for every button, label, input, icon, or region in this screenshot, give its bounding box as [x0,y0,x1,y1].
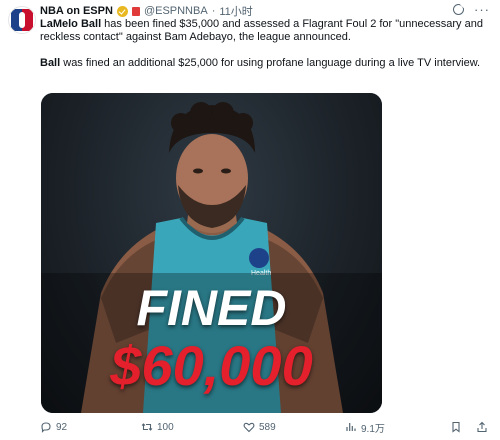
paragraph-2: Ball was fined an additional $25,000 for… [40,57,490,70]
repost-icon [141,423,153,431]
action-bar: 92 100 589 9.1万 [40,419,490,435]
fined-headline: FINED [136,280,287,336]
tweet-header: NBA on ESPN @ESPNNBA · 11小时 [40,4,253,18]
repost-button[interactable]: 100 [141,419,174,435]
author-name[interactable]: NBA on ESPN [40,5,113,17]
author-handle[interactable]: @ESPNNBA [144,5,208,17]
views-button[interactable]: 9.1万 [345,419,385,435]
grok-icon[interactable] [453,4,464,15]
reply-count: 92 [56,421,68,433]
share-button[interactable] [476,419,488,435]
repost-count: 100 [157,421,174,433]
like-icon [243,422,255,433]
nba-logo [11,9,33,31]
separator: · [211,5,216,17]
reply-icon [41,422,51,433]
mention-name: Ball [40,57,61,69]
affiliate-badge-icon[interactable] [131,6,140,16]
tweet: NBA on ESPN @ESPNNBA · 11小时 ··· LaMelo B… [0,0,500,440]
avatar[interactable] [8,6,36,34]
share-icon [477,421,487,433]
tweet-text: LaMelo Ball has been fined $35,000 and a… [40,18,490,70]
timestamp[interactable]: 11小时 [219,3,252,19]
views-icon [346,423,356,431]
mention-name: LaMelo Ball [40,18,102,30]
views-count: 9.1万 [361,423,385,435]
fine-amount: $60,000 [110,334,313,397]
bookmark-icon [452,421,460,433]
tweet-media[interactable]: Health FINED $60,000 [41,93,382,413]
like-count: 589 [259,421,276,433]
paragraph-text: has been fined $35,000 and assessed a Fl… [40,18,483,43]
reply-button[interactable]: 92 [40,419,67,435]
verified-badge-icon [116,5,128,17]
more-icon[interactable]: ··· [474,3,490,16]
bookmark-button[interactable] [450,419,462,435]
top-actions: ··· [453,3,490,16]
paragraph-1: LaMelo Ball has been fined $35,000 and a… [40,18,490,44]
paragraph-text: was fined an additional $25,000 for usin… [60,57,481,69]
like-button[interactable]: 589 [243,419,276,435]
